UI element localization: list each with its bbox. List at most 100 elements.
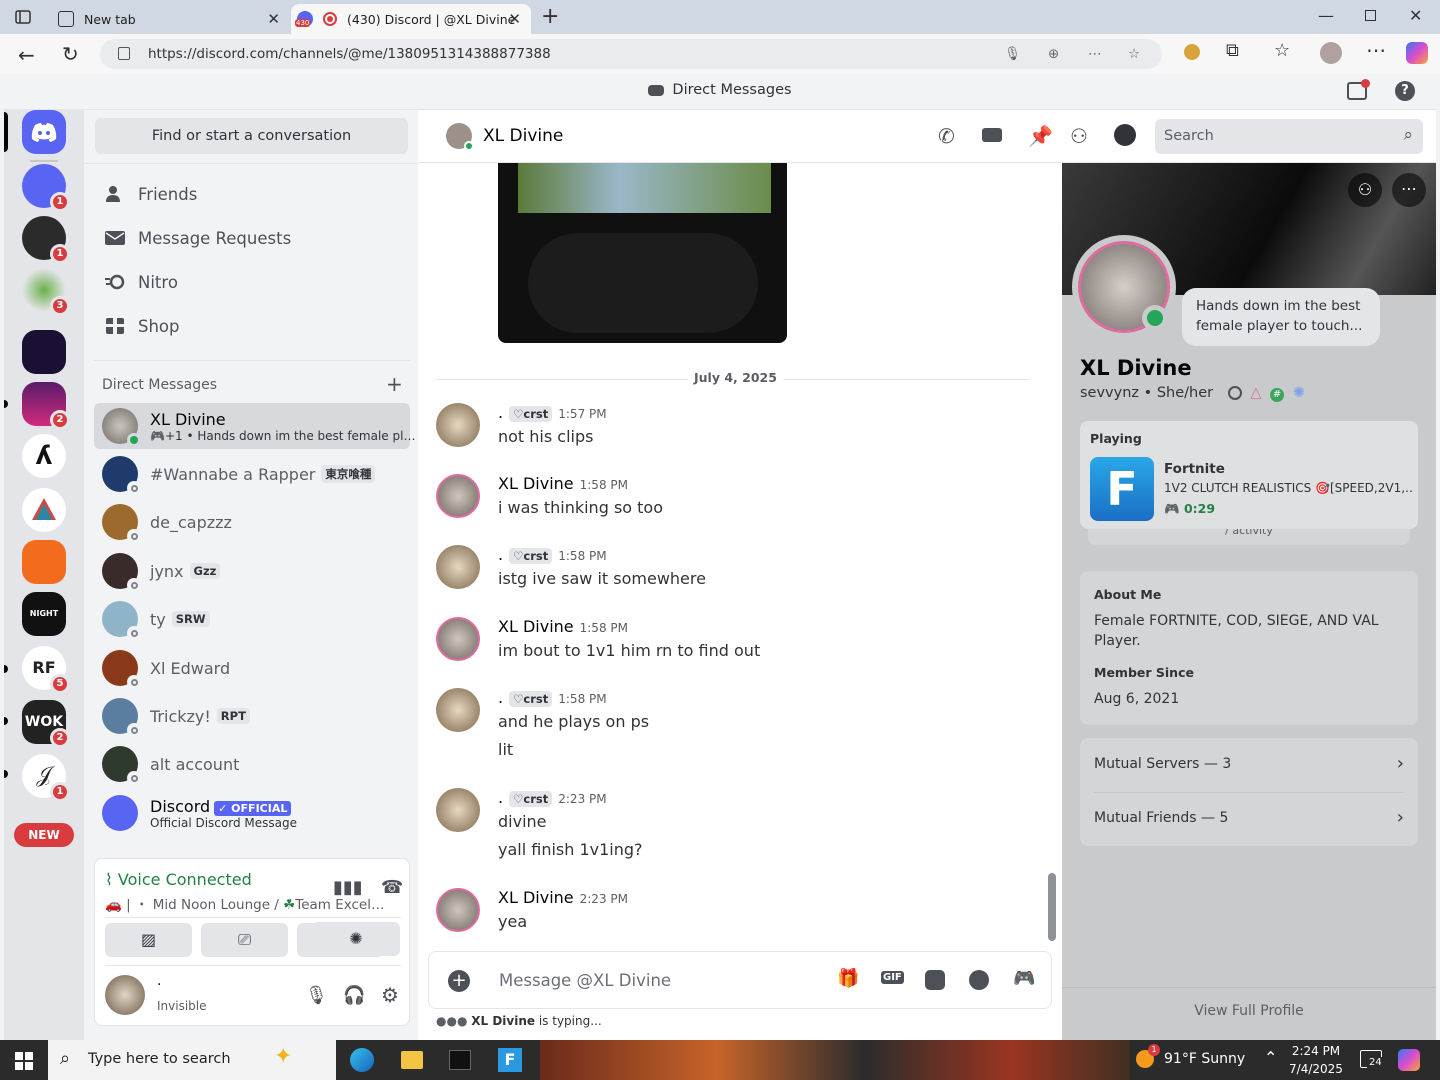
- find-conversation-button[interactable]: Find or start a conversation: [95, 118, 408, 154]
- tab-new-tab[interactable]: New tab ✕: [48, 4, 290, 34]
- extensions-icon[interactable]: ⧉: [1226, 40, 1239, 61]
- search-input[interactable]: Search ⌕: [1155, 119, 1423, 154]
- image-attachment[interactable]: [498, 163, 787, 343]
- mic-icon[interactable]: 🎙: [1004, 39, 1021, 69]
- author-avatar[interactable]: [436, 617, 480, 661]
- author-name[interactable]: XL Divine: [498, 474, 574, 493]
- author-avatar[interactable]: [436, 688, 480, 732]
- author-avatar[interactable]: [436, 545, 480, 589]
- tab-actions-icon[interactable]: [14, 8, 32, 26]
- back-icon[interactable]: ←: [18, 43, 35, 67]
- voice-call-icon[interactable]: ✆: [938, 124, 955, 148]
- zoom-icon[interactable]: ⊕: [1048, 39, 1059, 69]
- dm-item-discord[interactable]: Discord ✓ OFFICIAL Official Discord Messa…: [94, 790, 410, 836]
- refresh-icon[interactable]: ↻: [62, 42, 79, 66]
- server-neon-icon[interactable]: 2: [22, 382, 70, 430]
- sticker-icon[interactable]: [925, 970, 945, 990]
- server-rf-icon[interactable]: RF 5: [22, 646, 70, 694]
- activity-gamepad-icon[interactable]: 🎮: [1013, 968, 1035, 989]
- help-icon[interactable]: ?: [1395, 81, 1415, 101]
- close-tab-icon[interactable]: ✕: [508, 10, 521, 28]
- terminal-app-icon[interactable]: [449, 1050, 471, 1070]
- pin-icon[interactable]: 📌: [1028, 124, 1053, 148]
- mic-icon[interactable]: 🎙: [305, 985, 328, 1006]
- soundboard-button[interactable]: ✺: [312, 922, 400, 956]
- edge-app-icon[interactable]: [350, 1048, 374, 1072]
- more-icon[interactable]: ⋯: [1088, 39, 1102, 69]
- game-icon[interactable]: F: [1090, 457, 1154, 521]
- attach-plus-icon[interactable]: +: [448, 970, 470, 992]
- inbox-icon[interactable]: [1347, 79, 1370, 100]
- server-globe-icon[interactable]: [22, 330, 66, 374]
- message-composer[interactable]: + Message @XL Divine 🎁 GIF 🎮: [428, 951, 1052, 1009]
- copilot-icon[interactable]: [1406, 42, 1428, 64]
- new-tab-button[interactable]: +: [541, 4, 559, 29]
- server-triangle-icon[interactable]: [22, 488, 66, 532]
- file-explorer-icon[interactable]: [401, 1051, 423, 1069]
- boost-badge-icon[interactable]: ✺: [1293, 385, 1305, 401]
- dm-item[interactable]: #Wannabe a Rapper 東京喰種: [94, 451, 410, 497]
- author-name[interactable]: XL Divine: [498, 888, 574, 907]
- author-avatar[interactable]: [436, 474, 480, 518]
- author-avatar[interactable]: [436, 788, 480, 832]
- video-call-icon[interactable]: [982, 128, 1002, 142]
- weather-widget[interactable]: 1 91°F Sunny: [1136, 1044, 1245, 1068]
- author-name[interactable]: XL Divine: [498, 617, 574, 636]
- emoji-icon[interactable]: [969, 970, 989, 990]
- nav-message-requests[interactable]: Message Requests: [94, 218, 410, 258]
- nav-shop[interactable]: Shop: [94, 306, 410, 346]
- author-name[interactable]: .: [498, 545, 503, 564]
- settings-gear-icon[interactable]: ⚙: [381, 983, 399, 1007]
- new-pill[interactable]: NEW: [14, 823, 74, 847]
- home-discord-icon[interactable]: [22, 110, 66, 154]
- author-avatar[interactable]: [436, 888, 480, 932]
- create-dm-button[interactable]: +: [386, 372, 403, 396]
- user-profile-icon[interactable]: [1114, 124, 1136, 146]
- hypesquad-badge-icon[interactable]: △: [1250, 385, 1261, 401]
- server-turtle-icon[interactable]: 3: [22, 268, 70, 316]
- gift-icon[interactable]: 🎁: [837, 968, 859, 989]
- dm-item[interactable]: Trickzy! RPT: [94, 693, 410, 739]
- dm-item[interactable]: Xl Edward: [94, 645, 410, 691]
- voice-waveform-icon[interactable]: ▮▮▮: [333, 877, 363, 898]
- taskbar-search-input[interactable]: ⌕ Type here to search ✦: [48, 1040, 336, 1080]
- gif-icon[interactable]: GIF: [881, 971, 904, 984]
- url-field[interactable]: https://discord.com/channels/@me/1380951…: [100, 39, 1162, 69]
- activity-more[interactable]: / activity: [1088, 529, 1410, 545]
- headphones-icon[interactable]: 🎧: [343, 985, 365, 1006]
- view-full-profile-link[interactable]: View Full Profile: [1062, 1003, 1436, 1019]
- dm-item[interactable]: alt account: [94, 741, 410, 787]
- nitro-badge-icon[interactable]: [1227, 386, 1242, 400]
- hashtag-badge-icon[interactable]: #: [1270, 388, 1285, 402]
- favorite-star-icon[interactable]: ☆: [1128, 39, 1140, 69]
- restore-icon[interactable]: [1365, 10, 1376, 21]
- add-friends-icon[interactable]: ⚇: [1070, 124, 1088, 148]
- nav-nitro[interactable]: Nitro: [94, 262, 410, 302]
- dm-item[interactable]: jynx Gzz: [94, 548, 410, 594]
- server-orange-icon[interactable]: [22, 540, 66, 584]
- close-tab-icon[interactable]: ✕: [267, 10, 280, 28]
- disconnect-icon[interactable]: ☎: [381, 877, 403, 898]
- recipient-avatar[interactable]: [446, 123, 474, 151]
- server-discord-icon[interactable]: 1: [22, 164, 70, 212]
- server-monogram-icon[interactable]: ʎ: [22, 434, 66, 478]
- profile-avatar[interactable]: [1072, 235, 1176, 339]
- start-windows-icon[interactable]: [15, 1052, 33, 1070]
- dm-item-xl-divine[interactable]: XL Divine 🎮+1 • Hands down im the best f…: [94, 403, 415, 449]
- nav-friends[interactable]: Friends: [94, 174, 410, 214]
- tab-discord[interactable]: 430 (430) Discord | @XL Divine ✕: [291, 4, 531, 34]
- close-window-icon[interactable]: ✕: [1409, 6, 1422, 25]
- user-avatar[interactable]: [105, 975, 145, 1015]
- server-signature-icon[interactable]: 𝒥1: [22, 754, 70, 802]
- mutual-friends-row[interactable]: Mutual Friends — 5 ›: [1094, 807, 1404, 830]
- author-name[interactable]: .: [498, 403, 503, 422]
- server-night-icon[interactable]: NIGHT: [22, 592, 66, 636]
- dm-item[interactable]: ty SRW: [94, 596, 410, 642]
- settings-more-icon[interactable]: ⋯: [1366, 38, 1386, 62]
- clock[interactable]: 2:24 PM 7/4/2025: [1276, 1042, 1356, 1078]
- author-avatar[interactable]: [436, 403, 480, 447]
- recipient-name[interactable]: XL Divine: [483, 126, 563, 146]
- server-wok-icon[interactable]: WOK 2: [22, 700, 70, 748]
- fortnite-app-icon[interactable]: F: [498, 1048, 522, 1072]
- server-character-icon[interactable]: 1: [22, 216, 70, 264]
